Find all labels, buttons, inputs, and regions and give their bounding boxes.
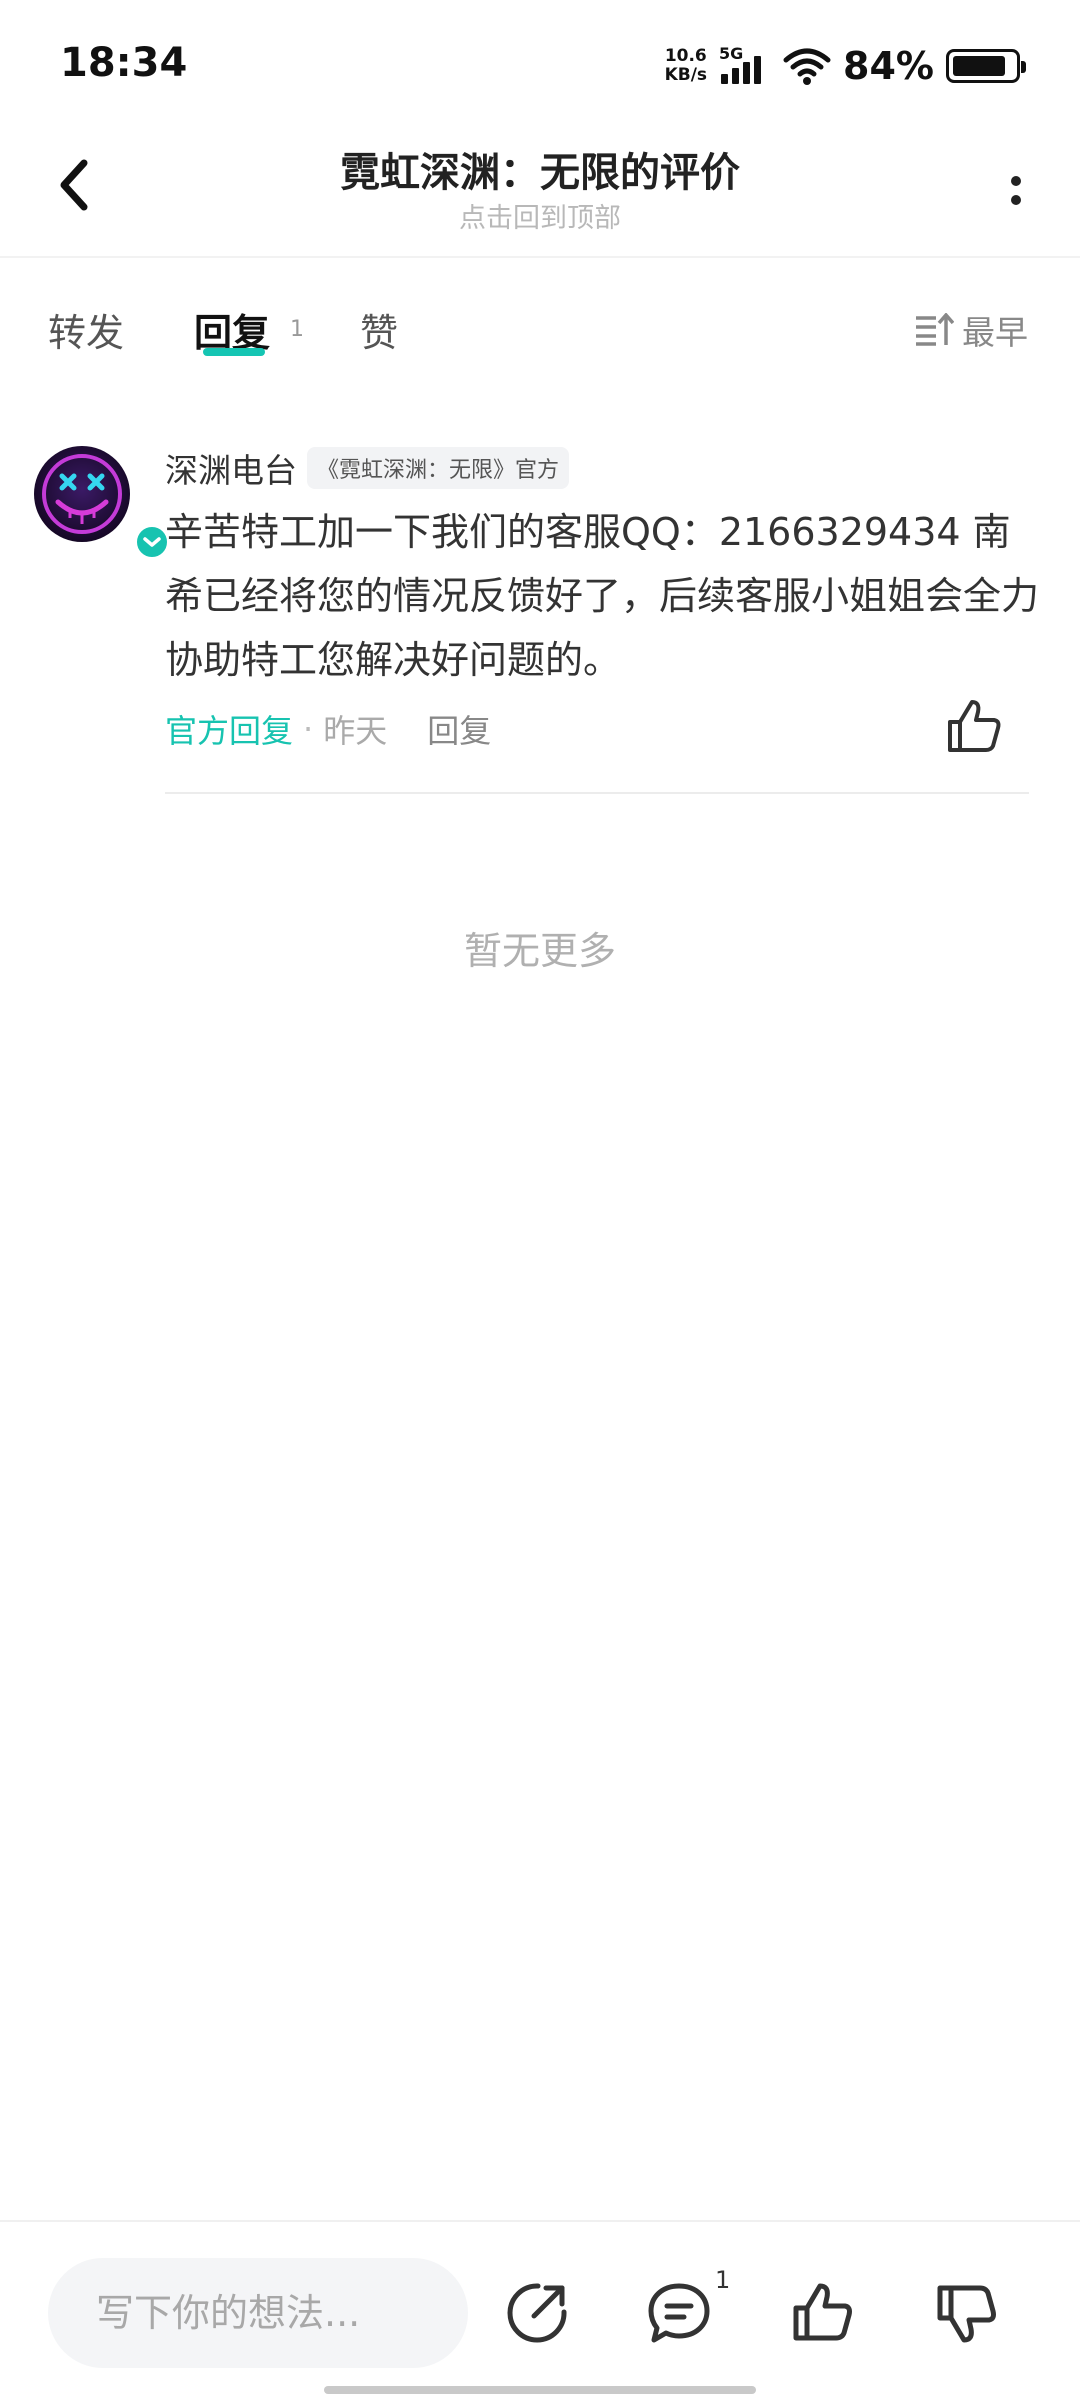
comment-input[interactable] [48,2258,468,2368]
scroll-to-top-hint[interactable]: 点击回到顶部 [0,196,1080,235]
divider [165,792,1029,794]
author-name[interactable]: 深渊电台 [165,444,297,492]
home-indicator[interactable] [324,2386,756,2394]
network-speed-value: 10.6 [664,46,707,66]
active-tab-indicator [203,348,265,356]
comment-time: 昨天 [323,712,388,750]
share-icon[interactable] [504,2280,570,2346]
avatar[interactable] [34,446,170,560]
status-time: 18:34 [60,40,188,86]
network-speed: 10.6 KB/s [665,47,707,85]
wifi-icon [783,48,831,85]
comments-count: 1 [715,2266,731,2294]
more-options-button[interactable] [992,160,1040,220]
tab-bar: 转发 回复 1 赞 最早 [0,262,1080,402]
sort-button[interactable]: 最早 [914,306,1028,354]
cellular-signal-icon: 5G [719,44,771,88]
author-tag: 《霓虹深渊：无限》官方 [307,447,570,489]
sort-label: 最早 [962,313,1028,352]
battery-percent: 84% [843,44,934,88]
comments-icon[interactable] [646,2280,712,2346]
no-more-text: 暂无更多 [463,929,616,973]
neon-skull-avatar-icon [34,446,130,542]
sort-icon [916,313,954,346]
meta-separator: · [303,710,314,748]
battery-icon [946,49,1026,83]
page-header: 霓虹深渊：无限的评价 点击回到顶部 [0,120,1080,258]
comment-text: 辛苦特工加一下我们的客服QQ：2166329434 南希已经将您的情况反馈好了，… [165,510,1040,682]
reply-button[interactable]: 回复 [427,706,491,752]
network-speed-unit: KB/s [664,65,708,85]
thumbs-up-icon[interactable] [790,2280,856,2346]
comment-meta: 官方回复 · 昨天 回复 [165,706,491,752]
tab-replies-count: 1 [290,317,304,342]
author-line: 深渊电台 《霓虹深渊：无限》官方 [165,444,570,492]
check-icon [143,537,161,547]
like-button[interactable] [944,696,1004,756]
network-type: 5G [719,44,744,63]
official-reply-label: 官方回复 [165,712,294,750]
bottom-action-bar: 1 [0,2220,1080,2400]
thumbs-up-icon [948,700,1001,752]
page-title[interactable]: 霓虹深渊：无限的评价 [0,140,1080,198]
status-icons: 10.6 KB/s 5G 84% [665,42,1026,90]
tab-reposts[interactable]: 转发 [48,302,124,357]
dot-icon [1011,194,1021,205]
thumbs-down-icon[interactable] [934,2280,1000,2346]
tab-likes[interactable]: 赞 [360,302,398,357]
status-bar: 18:34 10.6 KB/s 5G 84% [0,0,1080,120]
dot-icon [1011,175,1021,186]
